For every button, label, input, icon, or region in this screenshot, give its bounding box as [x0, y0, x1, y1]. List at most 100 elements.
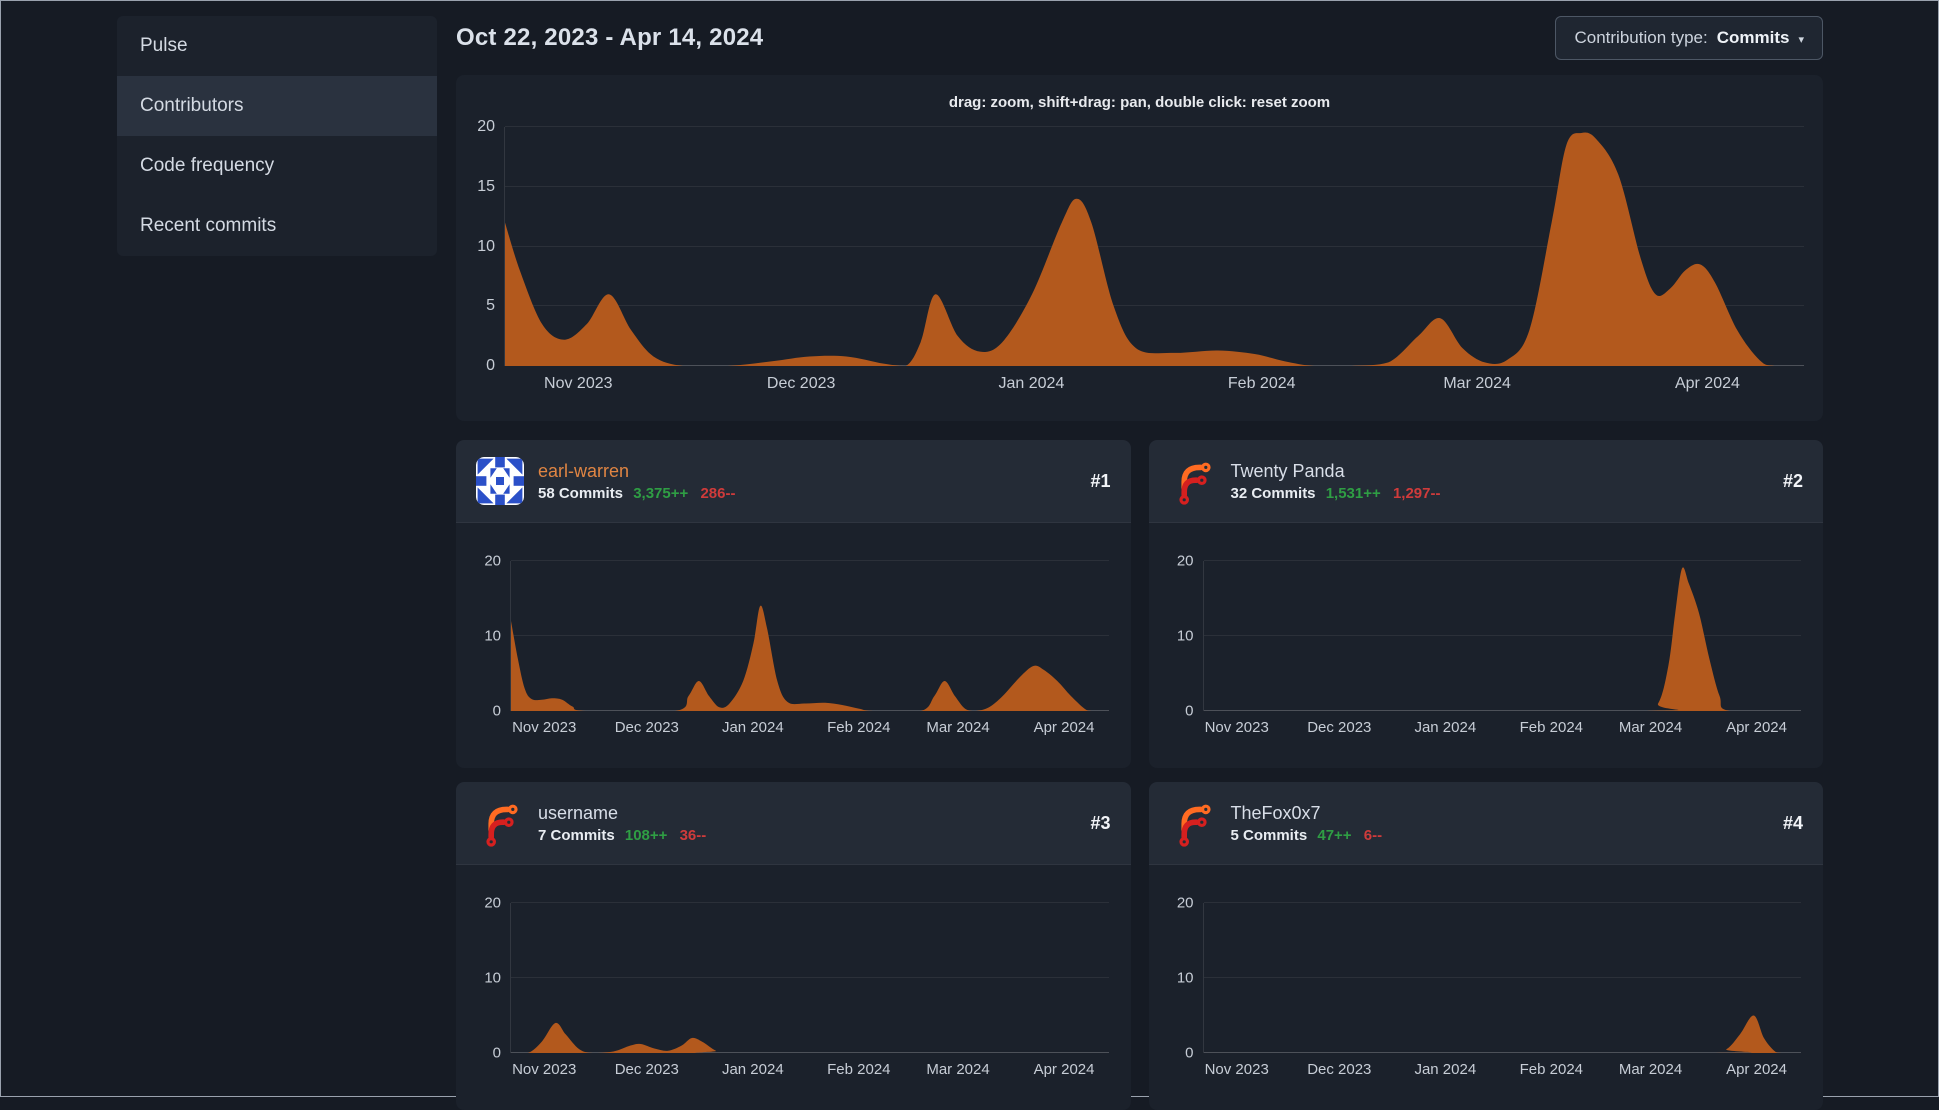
contributor-info: earl-warren 58 Commits 3,375++ 286--: [538, 460, 1076, 502]
contributor-card-header: username 7 Commits 108++ 36-- #3: [456, 782, 1131, 865]
x-axis-labels: Nov 2023 Dec 2023 Jan 2024 Feb 2024 Mar 2024…: [1203, 719, 1802, 737]
contributor-name-link[interactable]: username: [538, 802, 618, 824]
commit-activity-area: [1203, 1015, 1801, 1053]
y-axis-tick-label: 10: [484, 627, 501, 645]
contributor-info: TheFox0x7 5 Commits 47++ 6--: [1231, 802, 1769, 844]
date-range-heading: Oct 22, 2023 - Apr 14, 2024: [456, 24, 764, 51]
x-axis-tick-label: Nov 2023: [512, 1061, 577, 1078]
page: Pulse Contributors Code frequency Recent…: [1, 1, 1938, 1110]
deletions-count: 1,297--: [1392, 485, 1441, 502]
sidebar-item-code-frequency[interactable]: Code frequency: [117, 136, 437, 196]
contributor-commits-chart: 0 10 20 Nov 2023 Dec 2023 Jan 2024 Feb 2024 Mar…: [1177, 895, 1802, 1079]
x-axis-labels: Nov 2023 Dec 2023 Jan 2024 Feb 2024 Mar 2024…: [510, 1061, 1109, 1079]
y-axis-tick-label: 0: [492, 1044, 501, 1062]
contributor-card-header: Twenty Panda 32 Commits 1,531++ 1,297-- …: [1148, 440, 1823, 523]
contributor-card-header: TheFox0x7 5 Commits 47++ 6-- #4: [1148, 782, 1823, 865]
chart-plot-area[interactable]: 0 5 10 15 20: [477, 118, 1804, 374]
x-axis-tick-label: Jan 2024: [1414, 1061, 1477, 1078]
deletions-count: 36--: [679, 827, 707, 844]
x-axis-tick-label: Apr 2024: [1674, 375, 1740, 392]
rank-badge: #3: [1090, 812, 1111, 833]
x-axis-tick-label: Nov 2023: [1204, 1061, 1269, 1078]
x-axis-tick-label: Feb 2024: [827, 719, 891, 736]
x-axis-tick-label: Jan 2024: [1414, 719, 1477, 736]
area-chart-svg: [1203, 1015, 1801, 1053]
commit-count: 32 Commits: [1230, 485, 1316, 502]
x-axis-tick-label: Mar 2024: [926, 1061, 990, 1078]
y-axis-tick-label: 10: [484, 969, 501, 987]
x-axis-tick-label: Jan 2024: [721, 719, 784, 736]
sidebar-item-label: Contributors: [140, 95, 244, 116]
x-axis-tick-label: Feb 2024: [1227, 375, 1296, 392]
x-axis-tick-label: Nov 2023: [544, 375, 613, 392]
contributor-name-link[interactable]: earl-warren: [538, 460, 629, 482]
contribution-type-dropdown[interactable]: Contribution type: Commits ▾: [1555, 16, 1823, 60]
sidebar-item-contributors[interactable]: Contributors: [117, 76, 437, 136]
contributor-card-header: earl-warren 58 Commits 3,375++ 286-- #1: [456, 440, 1131, 523]
deletions-count: 286--: [700, 485, 736, 502]
y-axis-tick-label: 20: [1176, 552, 1194, 570]
contributors-main: Oct 22, 2023 - Apr 14, 2024 Contribution…: [456, 16, 1823, 1110]
commit-count: 5 Commits: [1230, 827, 1308, 844]
commit-count: 58 Commits: [538, 485, 624, 502]
contributor-info: Twenty Panda 32 Commits 1,531++ 1,297--: [1231, 460, 1769, 502]
forgejo-logo-avatar: [1178, 462, 1211, 505]
chart-plot-area[interactable]: 0 10 20: [1177, 895, 1801, 1062]
contributor-info: username 7 Commits 108++ 36--: [538, 802, 1076, 844]
x-axis-tick-label: Jan 2024: [721, 1061, 784, 1078]
x-axis-tick-label: Dec 2023: [1307, 719, 1372, 736]
x-axis-tick-label: Dec 2023: [614, 1061, 679, 1078]
contributor-stats: 32 Commits 1,531++ 1,297--: [1231, 485, 1769, 502]
area-chart-svg: [511, 1022, 1109, 1053]
chart-plot-area[interactable]: 0 10 20: [484, 895, 1109, 1062]
y-axis-tick-label: 20: [1176, 894, 1194, 912]
commit-count: 7 Commits: [538, 827, 615, 844]
x-axis-tick-label: Jan 2024: [998, 375, 1065, 392]
y-axis-tick-label: 15: [477, 177, 495, 195]
x-axis-tick-label: Dec 2023: [1307, 1061, 1372, 1078]
sidebar-item-recent-commits[interactable]: Recent commits: [117, 196, 437, 256]
header-row: Oct 22, 2023 - Apr 14, 2024 Contribution…: [456, 16, 1823, 60]
area-chart-svg: [511, 605, 1109, 711]
x-axis-labels: Nov 2023 Dec 2023 Jan 2024 Feb 2024 Mar 2024…: [504, 375, 1804, 393]
y-axis-tick-label: 20: [484, 552, 501, 570]
x-axis-tick-label: Mar 2024: [1618, 1061, 1683, 1078]
commit-activity-area: [1203, 567, 1801, 711]
commit-activity-area: [511, 1022, 1109, 1053]
x-axis-labels: Nov 2023 Dec 2023 Jan 2024 Feb 2024 Mar 2024…: [1203, 1061, 1802, 1079]
area-chart-svg: [1203, 567, 1801, 711]
x-axis-tick-label: Nov 2023: [512, 719, 577, 736]
overall-commits-chart-card: drag: zoom, shift+drag: pan, double clic…: [456, 75, 1823, 421]
y-axis-tick-label: 0: [486, 357, 495, 374]
repo-activity-sidebar: Pulse Contributors Code frequency Recent…: [117, 16, 437, 256]
rank-badge: #4: [1782, 812, 1803, 833]
y-axis-tick-label: 10: [1176, 969, 1194, 987]
contributor-name-link[interactable]: Twenty Panda: [1231, 460, 1345, 482]
additions-count: 1,531++: [1325, 485, 1381, 502]
contributor-stats: 7 Commits 108++ 36--: [538, 827, 1076, 844]
contributor-name-link[interactable]: TheFox0x7: [1231, 802, 1321, 824]
sidebar-item-label: Code frequency: [140, 155, 275, 176]
commit-activity-area: [511, 605, 1109, 711]
y-axis-tick-label: 10: [1176, 627, 1194, 645]
y-axis-tick-label: 10: [477, 237, 495, 255]
chart-plot-area[interactable]: 0 10 20: [1177, 553, 1801, 720]
rank-badge: #1: [1090, 470, 1111, 491]
contributor-commits-chart: 0 10 20 Nov 2023 Dec 2023 Jan 2024 Feb 2024 Mar…: [484, 553, 1109, 737]
x-axis-tick-label: Dec 2023: [766, 375, 836, 392]
contributor-stats: 58 Commits 3,375++ 286--: [538, 485, 1076, 502]
x-axis-tick-label: Apr 2024: [1726, 719, 1787, 736]
contributor-card-4: TheFox0x7 5 Commits 47++ 6-- #4 0 10 20 Nov…: [1148, 782, 1823, 1110]
deletions-count: 6--: [1363, 827, 1383, 844]
chart-plot-area[interactable]: 0 10 20: [484, 553, 1109, 720]
chart-zoom-hint: drag: zoom, shift+drag: pan, double clic…: [948, 94, 1331, 111]
x-axis-tick-label: Apr 2024: [1033, 1061, 1095, 1078]
sidebar-item-pulse[interactable]: Pulse: [117, 16, 437, 76]
overall-commits-chart: 0 5 10 15 20 Nov 2023 Dec 2023 Jan 2024 Feb 2024…: [477, 118, 1804, 393]
x-axis-tick-label: Mar 2024: [926, 719, 990, 736]
rank-badge: #2: [1782, 470, 1803, 491]
x-axis-tick-label: Nov 2023: [1204, 719, 1269, 736]
y-axis-tick-label: 20: [484, 894, 501, 912]
contributor-commits-chart: 0 10 20 Nov 2023 Dec 2023 Jan 2024 Feb 2024 Mar…: [1177, 553, 1802, 737]
contributor-cards-grid: earl-warren 58 Commits 3,375++ 286-- #1 …: [456, 440, 1823, 1110]
